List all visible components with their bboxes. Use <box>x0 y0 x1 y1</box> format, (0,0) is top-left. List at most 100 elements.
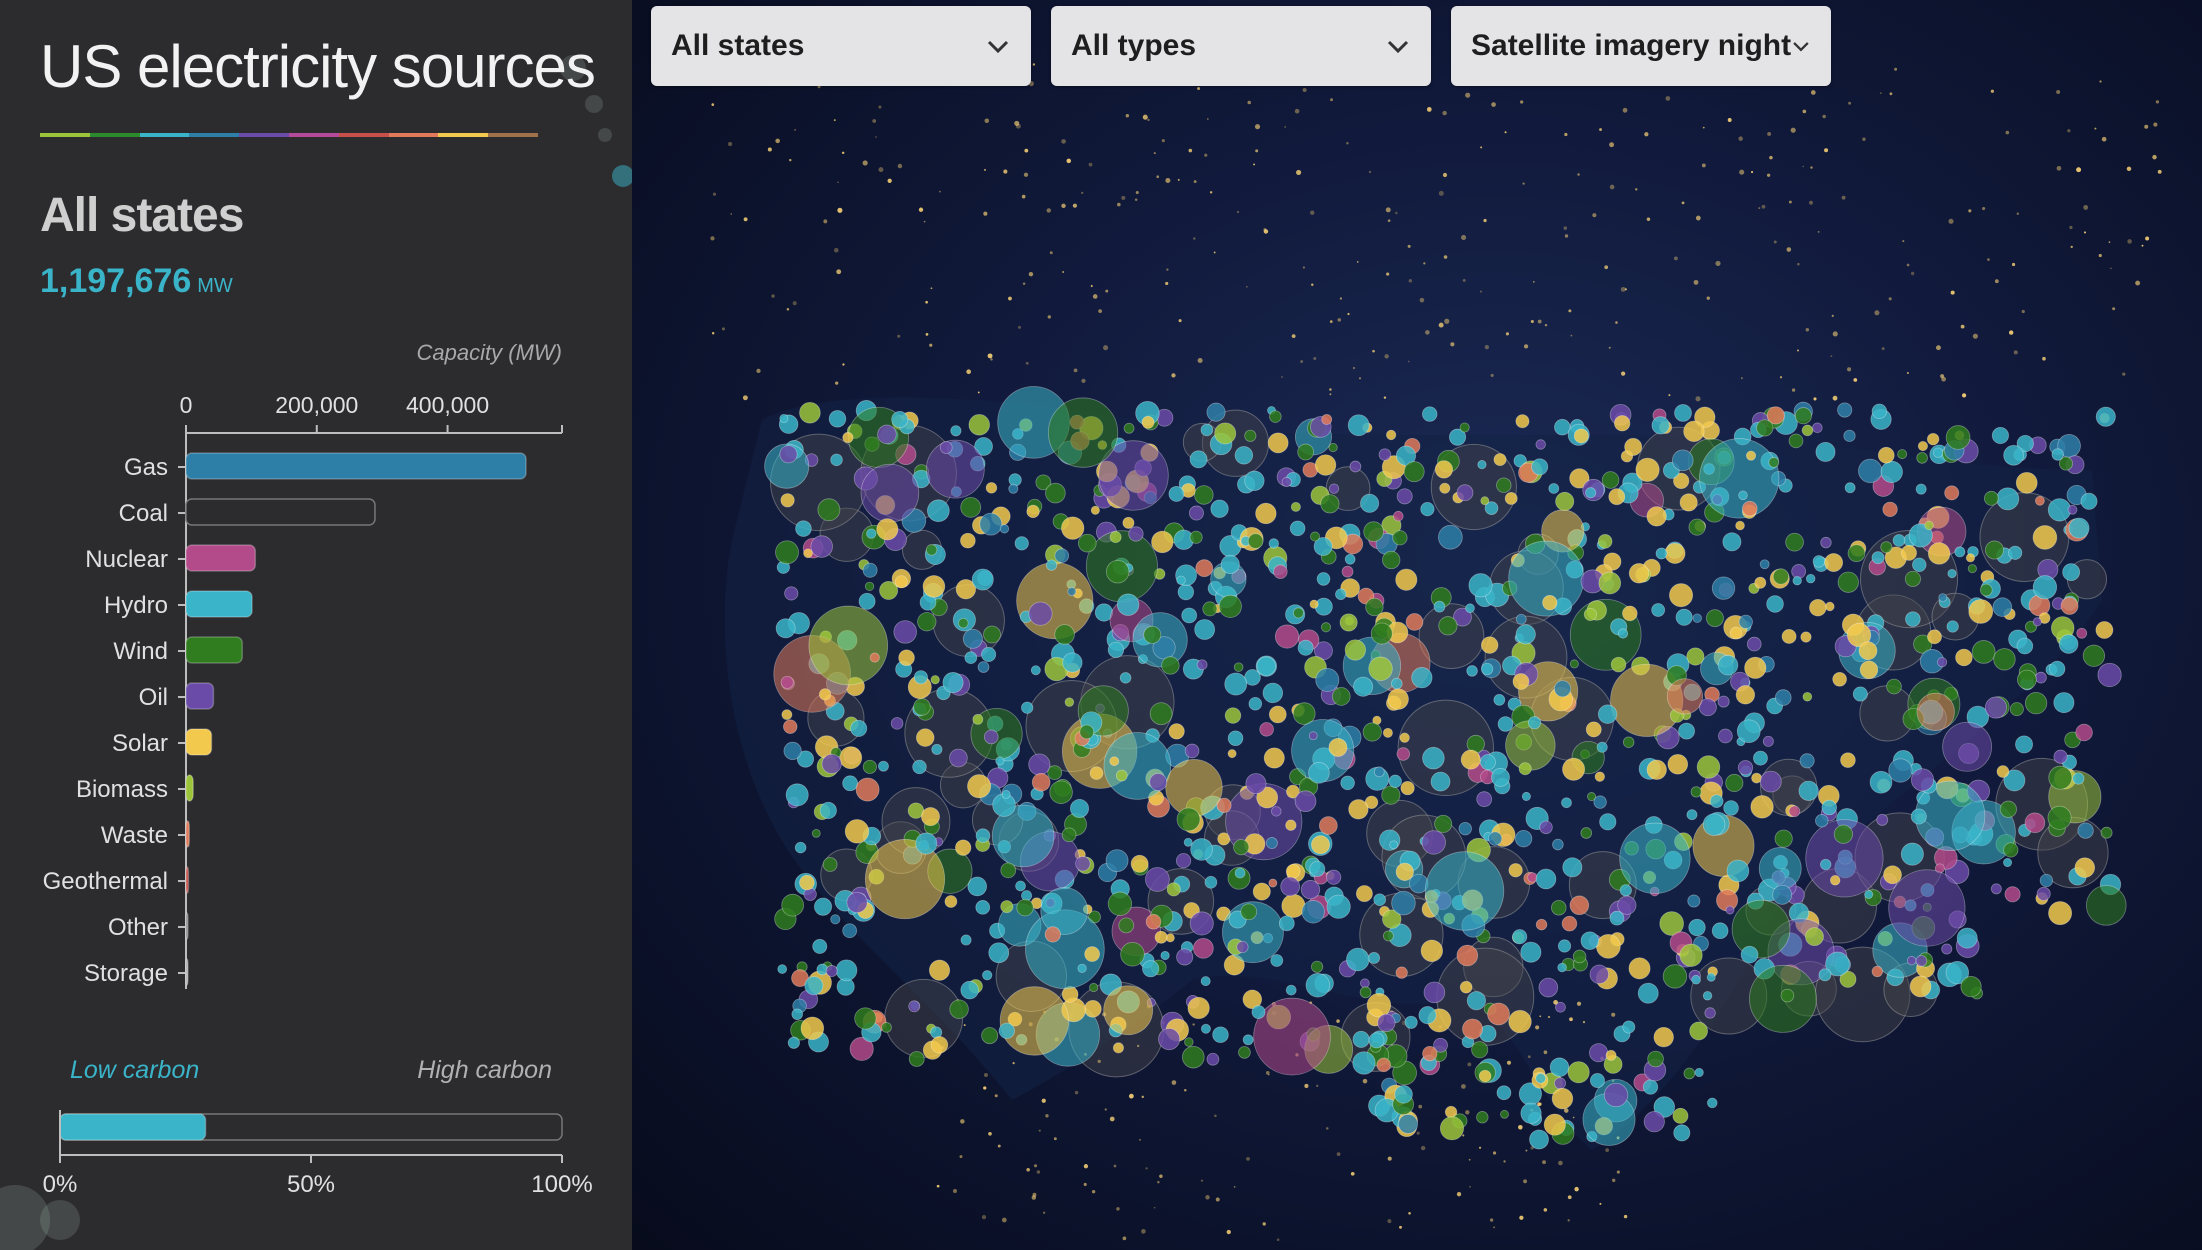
power-plant-bubble[interactable] <box>1597 704 1618 724</box>
power-plant-bubble[interactable] <box>1378 448 1392 461</box>
power-plant-bubble[interactable] <box>1824 553 1844 572</box>
power-plant-bubble[interactable] <box>1847 544 1866 563</box>
power-plant-bubble[interactable] <box>1477 460 1487 470</box>
power-plant-bubble[interactable] <box>921 807 940 827</box>
power-plant-bubble[interactable] <box>1227 730 1244 747</box>
power-plant-bubble[interactable] <box>1548 483 1560 494</box>
power-plant-bubble[interactable] <box>1281 476 1292 488</box>
power-plant-bubble[interactable] <box>1439 482 1451 494</box>
power-plant-bubble[interactable] <box>1370 622 1393 645</box>
power-plant-bubble[interactable] <box>1780 988 1795 1003</box>
power-plant-bubble[interactable] <box>1971 640 1996 664</box>
power-plant-bubble[interactable] <box>1145 867 1170 892</box>
power-plant-bubble[interactable] <box>1365 597 1384 617</box>
power-plant-bubble[interactable] <box>1395 568 1418 591</box>
power-plant-bubble[interactable] <box>1628 563 1650 584</box>
power-plant-bubble[interactable] <box>1368 952 1380 964</box>
power-plant-bubble[interactable] <box>1359 986 1372 999</box>
power-plant-bubble[interactable] <box>1679 943 1703 967</box>
power-plant-bubble[interactable] <box>1382 727 1393 738</box>
power-plant-bubble[interactable] <box>1391 890 1416 916</box>
power-plant-bubble[interactable] <box>1377 1013 1396 1033</box>
power-plant-bubble[interactable] <box>1992 597 2013 617</box>
power-plant-bubble[interactable] <box>1458 821 1472 836</box>
power-plant-bubble[interactable] <box>2074 857 2096 878</box>
power-plant-bubble[interactable] <box>1800 631 1812 643</box>
power-plant-bubble[interactable] <box>2072 772 2085 785</box>
basemap-dropdown[interactable]: Satellite imagery night <box>1451 6 1831 86</box>
power-plant-bubble[interactable] <box>913 670 928 685</box>
power-plant-bubble[interactable] <box>1045 559 1058 571</box>
power-plant-bubble[interactable] <box>1805 927 1824 947</box>
power-plant-bubble[interactable] <box>981 646 997 662</box>
power-plant-bubble[interactable] <box>1837 402 1853 418</box>
power-plant-bubble[interactable] <box>999 986 1070 1056</box>
power-plant-bubble[interactable] <box>2048 901 2073 926</box>
power-plant-bubble[interactable] <box>1248 696 1263 711</box>
power-plant-bubble[interactable] <box>1809 598 1827 617</box>
power-plant-map[interactable] <box>632 0 2202 1250</box>
power-plant-bubble[interactable] <box>1021 701 1034 714</box>
power-plant-bubble[interactable] <box>960 934 972 946</box>
power-plant-bubble[interactable] <box>1119 672 1132 684</box>
power-plant-bubble[interactable] <box>1054 548 1070 563</box>
power-plant-bubble[interactable] <box>985 482 998 494</box>
power-plant-bubble[interactable] <box>917 612 937 632</box>
power-plant-bubble[interactable] <box>1567 1061 1590 1084</box>
power-plant-bubble[interactable] <box>1750 795 1774 819</box>
power-plant-bubble[interactable] <box>1706 1097 1718 1109</box>
bar-oil[interactable] <box>185 682 215 710</box>
power-plant-bubble[interactable] <box>818 688 832 701</box>
power-plant-bubble[interactable] <box>1420 502 1435 517</box>
power-plant-bubble[interactable] <box>979 512 1003 536</box>
power-plant-bubble[interactable] <box>1725 773 1744 793</box>
power-plant-bubble[interactable] <box>1352 1051 1376 1075</box>
power-plant-bubble[interactable] <box>1557 962 1567 973</box>
bar-other[interactable] <box>185 912 189 940</box>
power-plant-bubble[interactable] <box>1195 559 1214 578</box>
power-plant-bubble[interactable] <box>2024 812 2046 834</box>
power-plant-bubble[interactable] <box>1815 441 1836 462</box>
power-plant-bubble[interactable] <box>1927 629 1942 645</box>
power-plant-bubble[interactable] <box>1768 457 1780 468</box>
power-plant-bubble[interactable] <box>1176 575 1186 586</box>
power-plant-bubble[interactable] <box>1883 865 1902 885</box>
power-plant-bubble[interactable] <box>1805 573 1816 584</box>
power-plant-bubble[interactable] <box>1480 496 1490 506</box>
power-plant-bubble[interactable] <box>1341 565 1354 578</box>
power-plant-bubble[interactable] <box>1738 490 1748 501</box>
power-plant-bubble[interactable] <box>1000 900 1014 914</box>
power-plant-bubble[interactable] <box>2053 692 2075 714</box>
power-plant-bubble[interactable] <box>983 729 999 745</box>
power-plant-bubble[interactable] <box>1165 759 1223 817</box>
power-plant-bubble[interactable] <box>1090 505 1100 515</box>
power-plant-bubble[interactable] <box>1481 662 1494 676</box>
power-plant-bubble[interactable] <box>1238 1046 1251 1059</box>
power-plant-bubble[interactable] <box>1821 799 1838 816</box>
power-plant-bubble[interactable] <box>927 499 950 523</box>
power-plant-bubble[interactable] <box>1438 524 1463 550</box>
power-plant-bubble[interactable] <box>1262 682 1284 704</box>
power-plant-bubble[interactable] <box>1735 520 1745 531</box>
power-plant-bubble[interactable] <box>1227 749 1237 759</box>
power-plant-bubble[interactable] <box>2068 517 2090 539</box>
power-plant-bubble[interactable] <box>2003 444 2025 466</box>
power-plant-bubble[interactable] <box>881 1022 892 1033</box>
power-plant-bubble[interactable] <box>784 586 799 601</box>
power-plant-bubble[interactable] <box>1177 583 1195 601</box>
power-plant-bubble[interactable] <box>1725 905 1735 915</box>
power-plant-bubble[interactable] <box>1320 494 1340 514</box>
power-plant-bubble[interactable] <box>1210 499 1229 518</box>
power-plant-bubble[interactable] <box>1646 506 1667 527</box>
power-plant-bubble[interactable] <box>925 439 985 499</box>
power-plant-bubble[interactable] <box>794 841 807 854</box>
power-plant-bubble[interactable] <box>1593 795 1607 809</box>
power-plant-bubble[interactable] <box>1833 824 1854 844</box>
power-plant-bubble[interactable] <box>1184 1037 1194 1047</box>
power-plant-bubble[interactable] <box>819 801 837 820</box>
power-plant-bubble[interactable] <box>1515 613 1527 625</box>
power-plant-bubble[interactable] <box>1651 603 1666 617</box>
power-plant-bubble[interactable] <box>1493 453 1507 467</box>
power-plant-bubble[interactable] <box>830 453 843 467</box>
power-plant-bubble[interactable] <box>1967 564 1977 574</box>
